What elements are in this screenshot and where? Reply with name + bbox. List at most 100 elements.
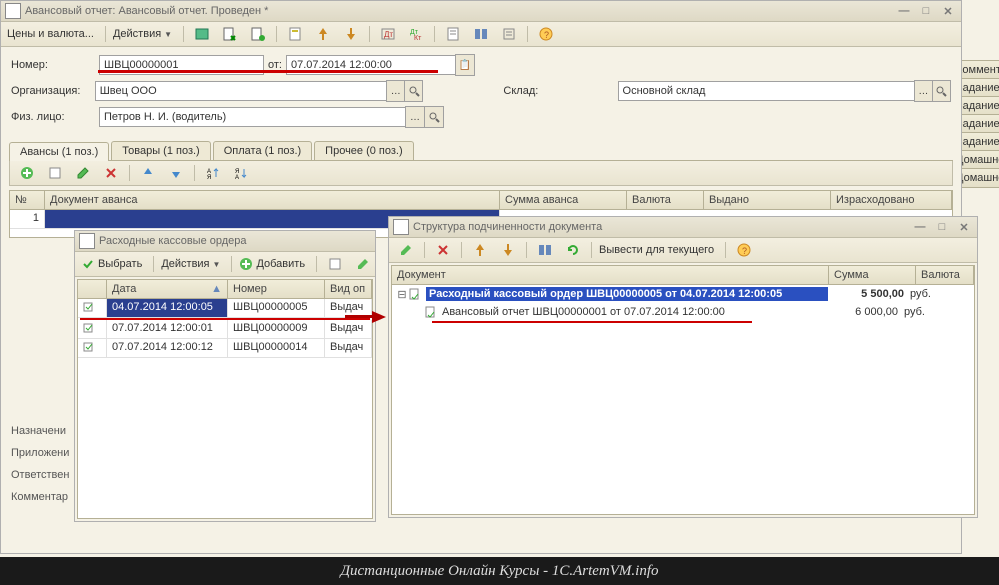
window-title: Структура подчиненности документа <box>413 221 911 233</box>
open-button[interactable] <box>932 80 951 102</box>
toolbar-icon[interactable] <box>282 23 308 45</box>
tabs: Авансы (1 поз.) Товары (1 поз.) Оплата (… <box>9 141 953 161</box>
col-status[interactable] <box>78 280 107 298</box>
edit-icon[interactable] <box>70 162 96 184</box>
open-button[interactable] <box>424 106 444 128</box>
toolbar-icon[interactable]: ДтКт <box>403 23 429 45</box>
tab-goods[interactable]: Товары (1 поз.) <box>111 141 210 160</box>
col-number[interactable]: Номер <box>228 280 325 298</box>
actions-dropdown[interactable]: Действия▼ <box>159 258 226 270</box>
help-icon[interactable]: ? <box>731 239 757 261</box>
org-label: Организация: <box>11 85 95 97</box>
maximize-button[interactable]: □ <box>917 4 935 18</box>
comment-label: Комментар <box>11 491 69 513</box>
add-button[interactable]: Добавить <box>237 257 311 271</box>
select-button[interactable]: … <box>386 80 405 102</box>
select-button[interactable]: Выбрать <box>79 257 148 271</box>
toolbar-icon[interactable] <box>42 162 68 184</box>
col-currency[interactable]: Валюта <box>627 191 704 209</box>
annotation-underline <box>98 70 438 73</box>
toolbar-icon[interactable] <box>440 23 466 45</box>
col-issued[interactable]: Выдано <box>704 191 831 209</box>
output-current-button[interactable]: Вывести для текущего <box>597 244 720 256</box>
svg-text:?: ? <box>742 246 747 256</box>
orders-window: Расходные кассовые ордера Выбрать Действ… <box>74 230 376 522</box>
tree-row[interactable]: Авансовый отчет ШВЦ00000001 от 07.07.201… <box>392 303 974 321</box>
close-button[interactable]: ✕ <box>955 220 973 234</box>
orders-titlebar[interactable]: Расходные кассовые ордера <box>75 231 375 252</box>
col-doc[interactable]: Документ аванса <box>45 191 500 209</box>
col-sum[interactable]: Сумма аванса <box>500 191 627 209</box>
main-toolbar: Цены и валюта... Действия▼ Дт ДтКт ? <box>1 22 961 47</box>
svg-text:?: ? <box>544 30 549 40</box>
move-up-icon[interactable] <box>135 162 161 184</box>
toolbar-icon[interactable] <box>189 23 215 45</box>
col-currency[interactable]: Валюта <box>916 266 974 284</box>
grid-row[interactable]: 04.07.2014 12:00:05 ШВЦ00000005 Выдач <box>78 299 372 318</box>
toolbar-icon[interactable] <box>338 23 364 45</box>
structure-toolbar: Вывести для текущего ? <box>389 238 977 263</box>
minimize-button[interactable]: — <box>895 4 913 18</box>
col-doc[interactable]: Документ <box>392 266 829 284</box>
toolbar-icon[interactable] <box>495 239 521 261</box>
toolbar-icon[interactable] <box>467 239 493 261</box>
structure-titlebar[interactable]: Структура подчиненности документа — □ ✕ <box>389 217 977 238</box>
collapse-icon[interactable]: ⊟ <box>396 288 408 301</box>
refresh-icon[interactable] <box>560 239 586 261</box>
delete-icon[interactable] <box>430 239 456 261</box>
number-label: Номер: <box>11 59 99 71</box>
move-down-icon[interactable] <box>163 162 189 184</box>
person-label: Физ. лицо: <box>11 111 99 123</box>
grid-row[interactable]: 07.07.2014 12:00:01 ШВЦ00000009 Выдач <box>78 320 372 339</box>
org-input[interactable]: Швец ООО <box>95 81 387 101</box>
add-icon[interactable] <box>14 162 40 184</box>
window-icon <box>5 3 21 19</box>
toolbar-icon[interactable] <box>532 239 558 261</box>
minimize-button[interactable]: — <box>911 220 929 234</box>
toolbar-icon[interactable] <box>245 23 271 45</box>
maximize-button[interactable]: □ <box>933 220 951 234</box>
open-button[interactable] <box>404 80 423 102</box>
person-input[interactable]: Петров Н. И. (водитель) <box>99 107 406 127</box>
main-titlebar[interactable]: Авансовый отчет: Авансовый отчет. Провед… <box>1 1 961 22</box>
col-type[interactable]: Вид оп <box>325 280 372 298</box>
calendar-button[interactable]: 📋 <box>455 54 475 76</box>
col-spent[interactable]: Израсходовано <box>831 191 952 209</box>
col-num[interactable]: № <box>10 191 45 209</box>
grid-row[interactable]: 07.07.2014 12:00:12 ШВЦ00000014 Выдач <box>78 339 372 358</box>
sort-desc-icon[interactable]: ЯА <box>228 162 254 184</box>
svg-text:Дт: Дт <box>384 30 393 39</box>
toolbar-icon[interactable] <box>496 23 522 45</box>
edit-icon[interactable] <box>393 239 419 261</box>
toolbar-icon[interactable] <box>217 23 243 45</box>
select-button[interactable]: … <box>405 106 425 128</box>
toolbar-icon[interactable]: Дт <box>375 23 401 45</box>
toolbar-icon[interactable] <box>468 23 494 45</box>
actions-dropdown[interactable]: Действия▼ <box>111 28 178 40</box>
tab-advances[interactable]: Авансы (1 поз.) <box>9 142 109 161</box>
tree-row[interactable]: ⊟ Расходный кассовый ордер ШВЦ00000005 о… <box>392 285 974 303</box>
col-date[interactable]: Дата▲ <box>107 280 228 298</box>
grid-toolbar: АЯ ЯА <box>9 161 953 186</box>
edit-icon[interactable] <box>350 253 376 275</box>
help-icon[interactable]: ? <box>533 23 559 45</box>
orders-grid[interactable]: Дата▲ Номер Вид оп 04.07.2014 12:00:05 Ш… <box>77 279 373 519</box>
tab-payment[interactable]: Оплата (1 поз.) <box>213 141 312 160</box>
window-icon <box>393 219 409 235</box>
warehouse-input[interactable]: Основной склад <box>618 81 915 101</box>
col-sum[interactable]: Сумма <box>829 266 916 284</box>
annotation-arrow-head <box>372 311 386 323</box>
select-button[interactable]: … <box>914 80 933 102</box>
form-area: Номер: ШВЦ00000001 от: 07.07.2014 12:00:… <box>1 47 961 137</box>
attachment-label: Приложени <box>11 447 69 469</box>
close-button[interactable]: ✕ <box>939 4 957 18</box>
prices-currency-button[interactable]: Цены и валюта... <box>5 28 100 40</box>
toolbar-icon[interactable] <box>322 253 348 275</box>
tab-other[interactable]: Прочее (0 поз.) <box>314 141 413 160</box>
structure-tree[interactable]: Документ Сумма Валюта ⊟ Расходный кассов… <box>391 265 975 515</box>
toolbar-icon[interactable] <box>310 23 336 45</box>
structure-window: Структура подчиненности документа — □ ✕ … <box>388 216 978 518</box>
responsible-label: Ответствен <box>11 469 69 491</box>
delete-icon[interactable] <box>98 162 124 184</box>
sort-asc-icon[interactable]: АЯ <box>200 162 226 184</box>
